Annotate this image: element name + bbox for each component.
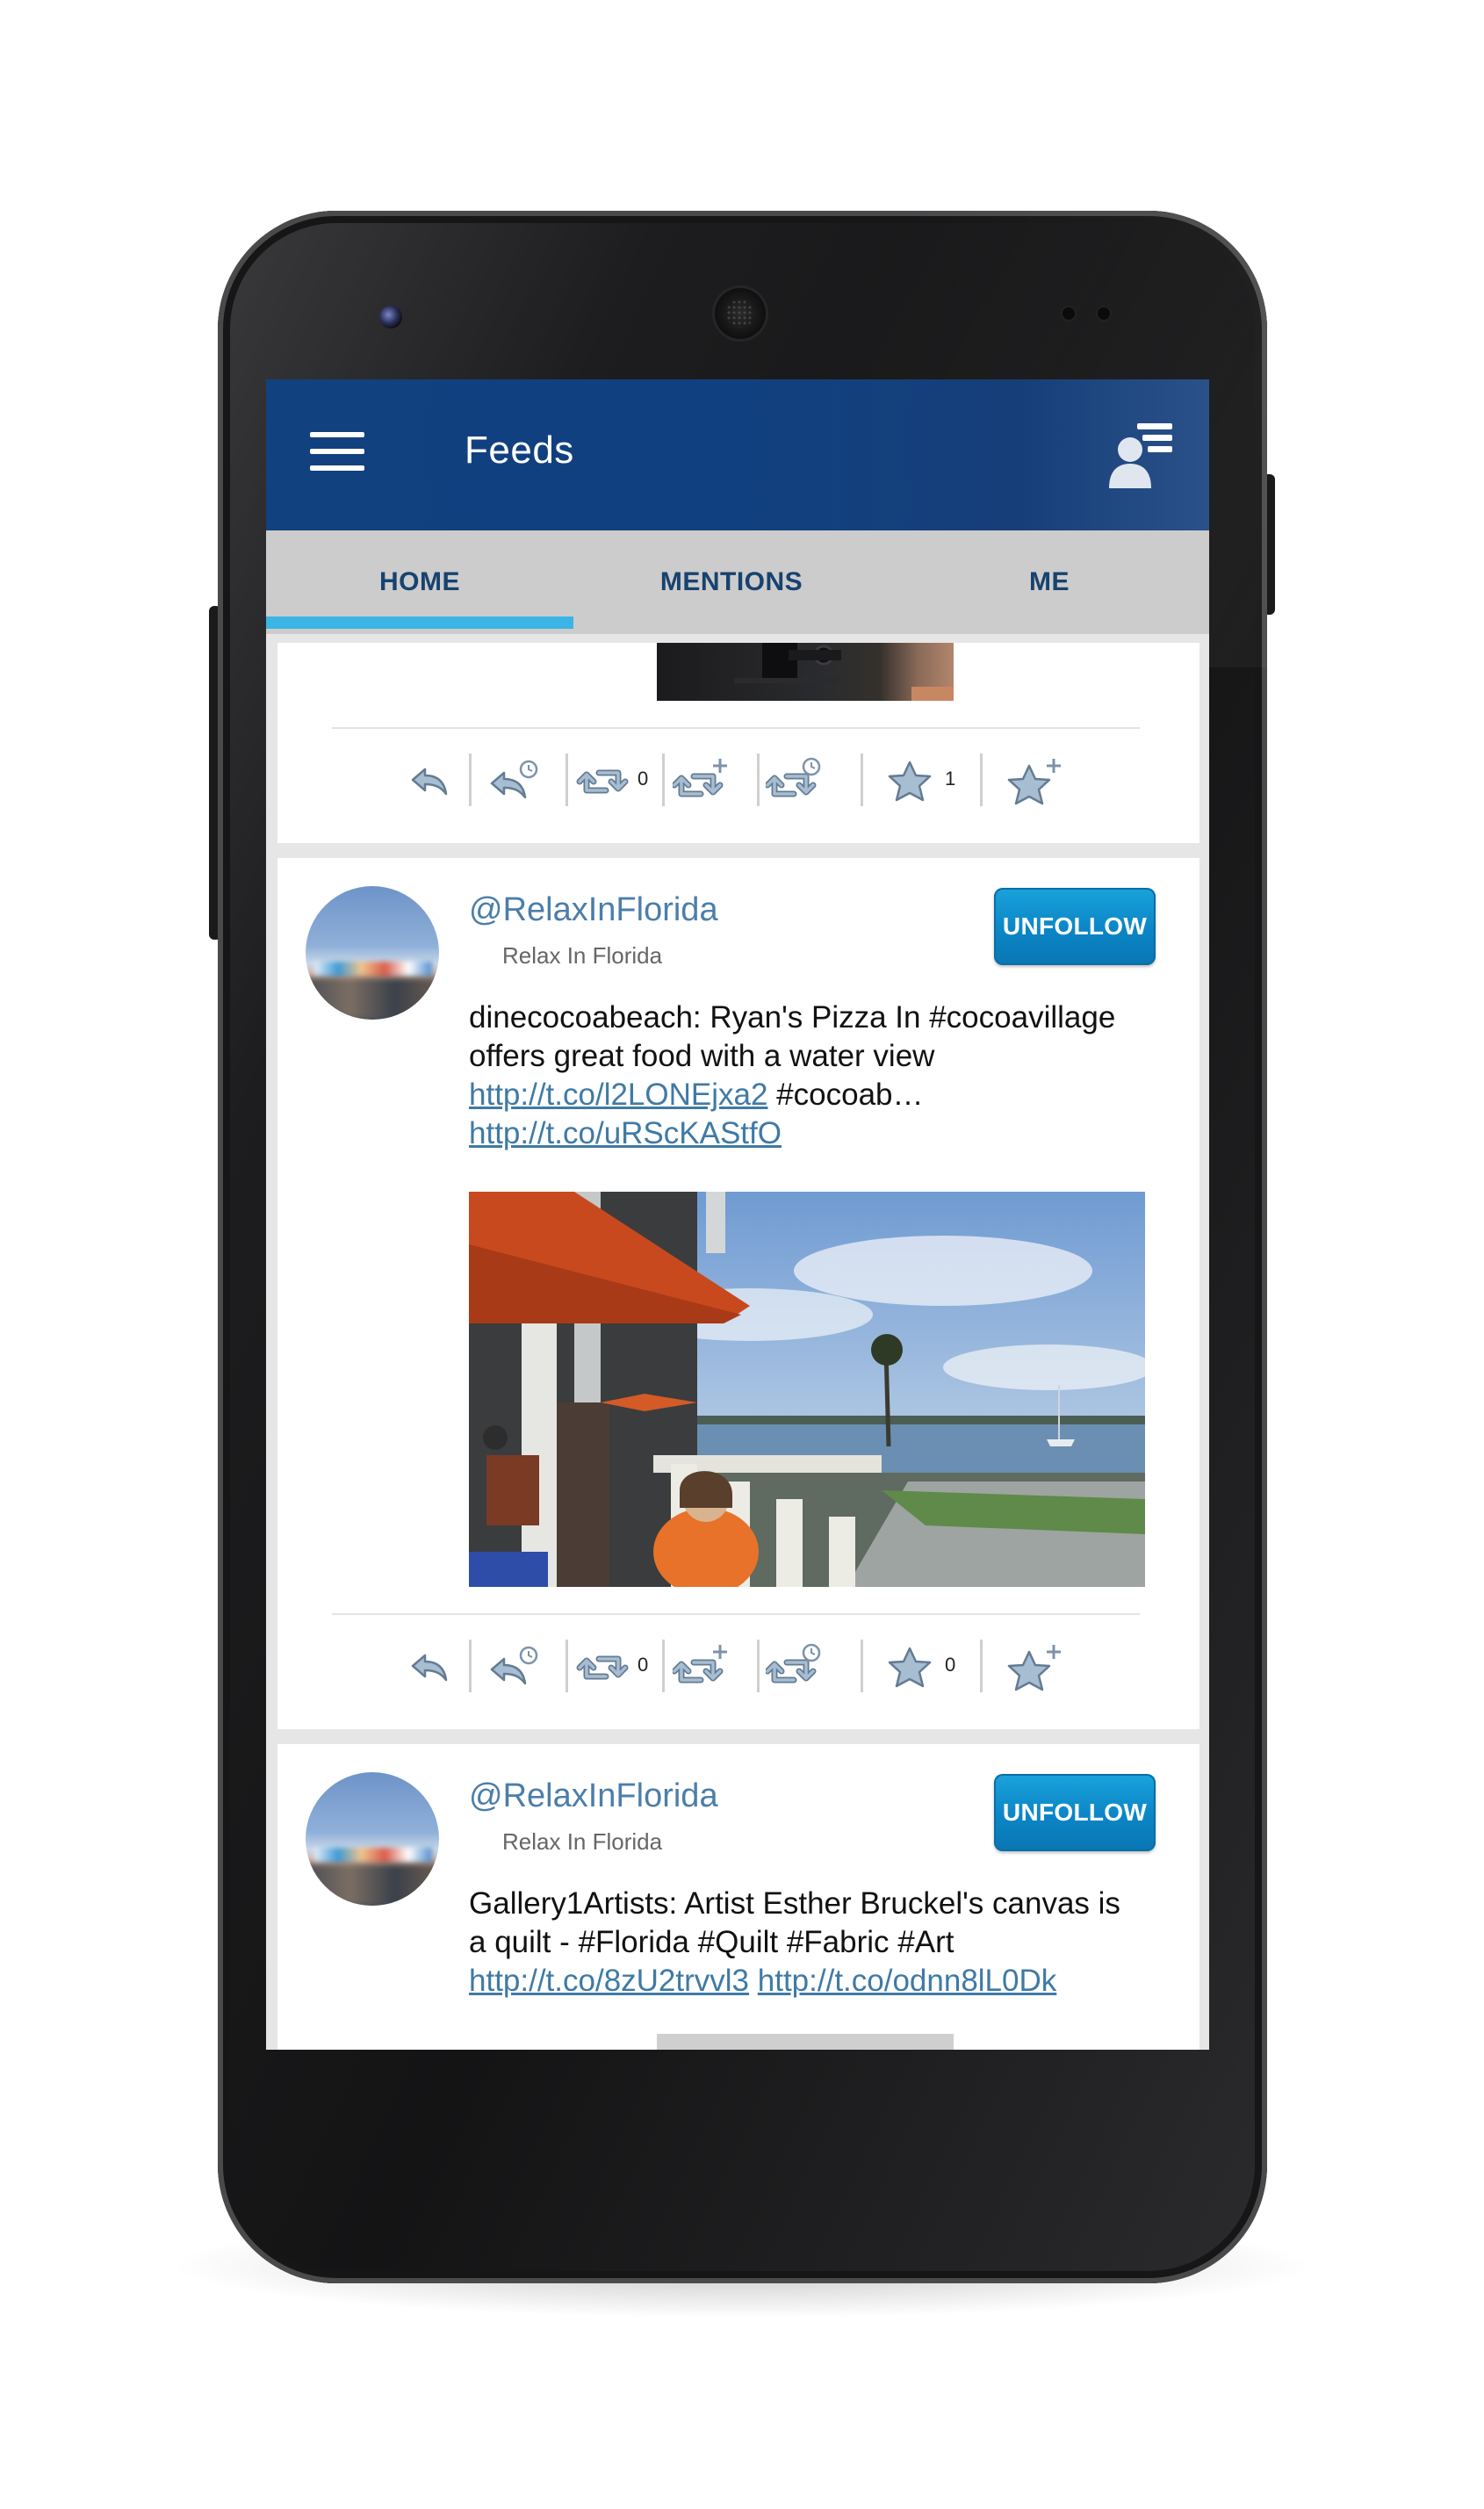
tweet-text-part: Gallery1Artists: Artist Esther Bruckel's…	[469, 1886, 1120, 1959]
divider	[332, 727, 1140, 729]
favorite-icon[interactable]	[882, 1643, 938, 1692]
reply-icon[interactable]	[399, 757, 455, 806]
tab-mentions[interactable]: MENTIONS	[573, 530, 890, 634]
retweet-count: 0	[638, 768, 649, 789]
separator	[980, 1640, 983, 1692]
separator	[757, 753, 760, 806]
favorite-icon[interactable]	[882, 757, 938, 806]
tweet-text-part	[749, 1964, 758, 1998]
add-favorite-icon[interactable]	[1006, 757, 1063, 806]
tweet-text: dinecocoabeach: Ryan's Pizza In #cocoavi…	[469, 999, 1145, 1153]
unfollow-button[interactable]: UNFOLLOW	[994, 888, 1156, 965]
separator	[662, 1640, 665, 1692]
reply-icon[interactable]	[399, 1643, 455, 1692]
separator	[861, 1640, 863, 1692]
favorite-count: 0	[945, 1654, 956, 1676]
tweet-display-name: Relax In Florida	[502, 942, 663, 969]
earpiece-speaker	[715, 288, 766, 339]
tweet-link[interactable]: http://t.co/uRScKAStfO	[469, 1116, 782, 1150]
scheduled-retweet-icon[interactable]	[764, 757, 822, 806]
avatar[interactable]	[306, 886, 439, 1020]
tweet-link[interactable]: http://t.co/8zU2trvvl3	[469, 1964, 749, 1998]
tweet-text: Gallery1Artists: Artist Esther Bruckel's…	[469, 1885, 1145, 2001]
retweet-icon[interactable]	[574, 1643, 630, 1692]
divider	[332, 1613, 1140, 1615]
separator	[980, 753, 983, 806]
tweet-handle[interactable]: @RelaxInFlorida	[469, 891, 718, 929]
tweet-actions: 0 1	[277, 750, 1199, 811]
tweet-photo[interactable]	[657, 643, 954, 701]
tweet-link[interactable]: http://t.co/l2LONEjxa2	[469, 1078, 767, 1112]
scheduled-reply-icon[interactable]	[486, 1643, 543, 1692]
separator	[469, 753, 472, 806]
separator	[566, 1640, 568, 1692]
retweet-count: 0	[638, 1654, 649, 1676]
tweet-display-name: Relax In Florida	[502, 1828, 663, 1855]
scheduled-reply-icon[interactable]	[486, 757, 543, 806]
tweet-link[interactable]: http://t.co/odnn8lL0Dk	[758, 1964, 1057, 1998]
user-list-icon[interactable]	[1107, 420, 1176, 492]
retweet-icon[interactable]	[574, 757, 630, 806]
separator	[469, 1640, 472, 1692]
feed-list[interactable]: 0 1 @RelaxInFlorida Relax In Florida UNF…	[266, 643, 1209, 2050]
light-sensor	[1098, 307, 1110, 320]
proximity-sensor	[1063, 307, 1075, 320]
tab-me[interactable]: ME	[890, 530, 1209, 634]
app-bar: Feeds	[266, 379, 1209, 530]
active-tab-indicator	[266, 616, 573, 629]
add-favorite-icon[interactable]	[1006, 1643, 1063, 1692]
tweet-text-part: dinecocoabeach: Ryan's Pizza In #cocoavi…	[469, 1000, 1116, 1073]
separator	[662, 753, 665, 806]
scheduled-retweet-icon[interactable]	[764, 1643, 822, 1692]
separator	[861, 753, 863, 806]
quote-retweet-icon[interactable]	[671, 1643, 729, 1692]
tweet-handle[interactable]: @RelaxInFlorida	[469, 1777, 718, 1815]
front-camera	[379, 306, 402, 328]
separator	[757, 1640, 760, 1692]
screen: Feeds HOME MENTIONS ME 0 1 @RelaxInFlori…	[266, 379, 1209, 2050]
separator	[566, 753, 568, 806]
tweet-card: @RelaxInFlorida Relax In Florida UNFOLLO…	[277, 1744, 1199, 2050]
favorite-count: 1	[945, 768, 956, 789]
tweet-text-part: #cocoab…	[767, 1078, 924, 1112]
tweet-card: 0 1	[277, 643, 1199, 843]
hamburger-menu-icon[interactable]	[310, 432, 364, 471]
unfollow-button[interactable]: UNFOLLOW	[994, 1774, 1156, 1851]
image-placeholder	[657, 2034, 954, 2050]
page-title: Feeds	[465, 429, 574, 472]
tweet-actions: 0 0	[277, 1636, 1199, 1698]
avatar[interactable]	[306, 1772, 439, 1906]
quote-retweet-icon[interactable]	[671, 757, 729, 806]
tweet-photo[interactable]	[469, 1192, 1145, 1587]
tweet-card: @RelaxInFlorida Relax In Florida UNFOLLO…	[277, 858, 1199, 1729]
